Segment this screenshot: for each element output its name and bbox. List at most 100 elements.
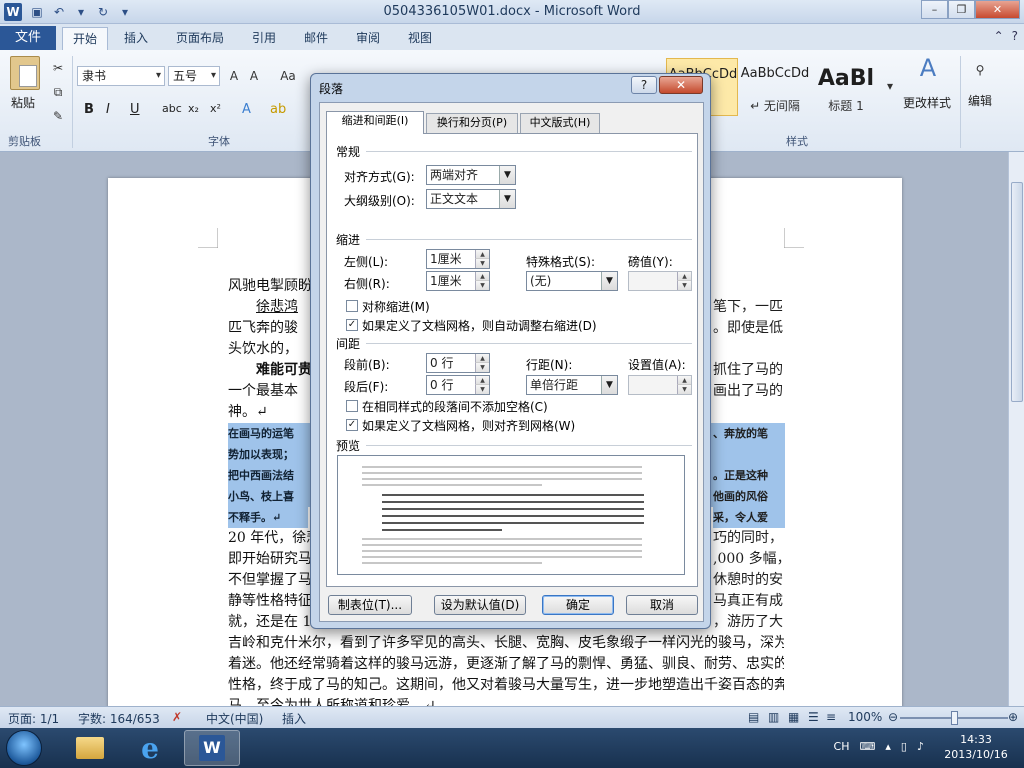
font-name-combo[interactable]: 隶书: [77, 66, 165, 86]
zoom-out-icon[interactable]: ⊖: [888, 710, 898, 724]
tab-file[interactable]: 文件: [0, 26, 56, 50]
auto-right-indent-checkbox[interactable]: ✓: [346, 319, 358, 331]
draft-view-icon[interactable]: ≡: [826, 710, 836, 724]
spacing-at-spinner[interactable]: ▲ ▼: [628, 375, 692, 395]
tab-mailings[interactable]: 邮件: [294, 27, 338, 50]
tab-home[interactable]: 开始: [62, 27, 109, 50]
style-no-spacing[interactable]: AaBbCcDd ↵ 无间隔: [740, 58, 810, 116]
styles-more-icon[interactable]: ▾: [882, 78, 898, 94]
snap-to-grid-label[interactable]: 如果定义了文档网格，则对齐到网格(W): [362, 417, 575, 434]
input-language[interactable]: CH: [834, 740, 850, 753]
language-indicator[interactable]: 中文(中国): [206, 710, 263, 727]
tab-indents-spacing[interactable]: 缩进和间距(I): [326, 111, 424, 134]
shrink-font-icon[interactable]: A: [246, 68, 262, 84]
tab-insert[interactable]: 插入: [114, 27, 158, 50]
page-count[interactable]: 页面: 1/1: [8, 710, 59, 727]
proofing-icon[interactable]: ✗: [172, 710, 182, 724]
no-space-same-style-checkbox[interactable]: [346, 400, 358, 412]
spin-down-icon[interactable]: ▼: [475, 259, 489, 268]
text-effects-icon[interactable]: A: [242, 102, 251, 117]
spin-up-icon[interactable]: ▲: [475, 376, 489, 385]
copy-icon[interactable]: ⧉: [50, 84, 66, 100]
explorer-taskbar-button[interactable]: [62, 730, 118, 766]
spin-up-icon[interactable]: ▲: [677, 376, 691, 385]
tab-asian-typography[interactable]: 中文版式(H): [520, 113, 600, 133]
close-button[interactable]: ✕: [975, 0, 1020, 19]
show-hidden-icons[interactable]: ▴: [885, 740, 891, 753]
word-taskbar-button[interactable]: W: [184, 730, 240, 766]
tab-page-layout[interactable]: 页面布局: [166, 27, 234, 50]
tab-references[interactable]: 引用: [242, 27, 286, 50]
minimize-ribbon-icon[interactable]: ⌃: [994, 29, 1004, 43]
spin-down-icon[interactable]: ▼: [475, 281, 489, 290]
volume-icon[interactable]: ♪: [917, 740, 924, 753]
insert-mode[interactable]: 插入: [282, 710, 306, 727]
spin-down-icon[interactable]: ▼: [677, 385, 691, 394]
snap-to-grid-checkbox[interactable]: ✓: [346, 419, 358, 431]
keyboard-icon[interactable]: ⌨: [859, 740, 875, 753]
line-spacing-select[interactable]: 单倍行距 ▼: [526, 375, 618, 395]
grow-font-icon[interactable]: A: [226, 68, 242, 84]
start-button[interactable]: [6, 730, 42, 766]
alignment-select[interactable]: 两端对齐 ▼: [426, 165, 516, 185]
outline-level-select[interactable]: 正文文本 ▼: [426, 189, 516, 209]
paste-label[interactable]: 粘贴: [11, 94, 35, 111]
zoom-in-icon[interactable]: ⊕: [1008, 710, 1018, 724]
subscript-icon[interactable]: x₂: [188, 102, 199, 115]
clock[interactable]: 14:33 2013/10/16: [936, 732, 1016, 762]
no-space-same-style-label[interactable]: 在相同样式的段落间不添加空格(C): [362, 398, 548, 415]
outline-view-icon[interactable]: ☰: [808, 710, 819, 724]
tab-review[interactable]: 审阅: [346, 27, 390, 50]
network-icon[interactable]: ▯: [901, 740, 907, 753]
right-indent-spinner[interactable]: 1厘米 ▲ ▼: [426, 271, 490, 291]
bold-icon[interactable]: B: [84, 102, 94, 117]
highlight-icon[interactable]: ab: [270, 102, 286, 117]
ok-button[interactable]: 确定: [542, 595, 614, 615]
underline-icon[interactable]: U: [130, 102, 140, 117]
editing-label[interactable]: 编辑: [968, 92, 992, 109]
dialog-close-button[interactable]: ✕: [659, 76, 703, 94]
spin-up-icon[interactable]: ▲: [475, 250, 489, 259]
set-default-button[interactable]: 设为默认值(D): [434, 595, 526, 615]
superscript-icon[interactable]: x²: [210, 102, 221, 115]
dialog-help-button[interactable]: ?: [631, 76, 657, 94]
format-painter-icon[interactable]: ✎: [50, 108, 66, 124]
paste-icon[interactable]: [10, 56, 40, 90]
mirror-indent-checkbox[interactable]: [346, 300, 358, 312]
italic-icon[interactable]: I: [106, 102, 110, 117]
zoom-slider-knob[interactable]: [951, 711, 958, 725]
space-after-spinner[interactable]: 0 行 ▲ ▼: [426, 375, 490, 395]
scrollbar-thumb[interactable]: [1011, 182, 1023, 402]
restore-button[interactable]: ❐: [948, 0, 975, 19]
help-icon[interactable]: ?: [1012, 29, 1018, 43]
cut-icon[interactable]: ✂: [50, 60, 66, 76]
strikethrough-icon[interactable]: abc: [162, 102, 182, 115]
tabs-button[interactable]: 制表位(T)...: [328, 595, 412, 615]
change-styles-icon[interactable]: A: [916, 56, 940, 88]
spin-down-icon[interactable]: ▼: [475, 363, 489, 372]
left-indent-spinner[interactable]: 1厘米 ▲ ▼: [426, 249, 490, 269]
space-before-spinner[interactable]: 0 行 ▲ ▼: [426, 353, 490, 373]
spin-up-icon[interactable]: ▲: [677, 272, 691, 281]
auto-right-indent-label[interactable]: 如果定义了文档网格，则自动调整右缩进(D): [362, 317, 597, 334]
web-layout-icon[interactable]: ▦: [788, 710, 799, 724]
tab-view[interactable]: 视图: [398, 27, 442, 50]
zoom-level[interactable]: 100%: [848, 710, 882, 724]
special-indent-select[interactable]: (无) ▼: [526, 271, 618, 291]
cancel-button[interactable]: 取消: [626, 595, 698, 615]
change-case-icon[interactable]: Aa: [280, 68, 296, 84]
change-styles-label[interactable]: 更改样式: [903, 94, 951, 111]
print-layout-icon[interactable]: ▤: [748, 710, 759, 724]
vertical-scrollbar[interactable]: [1008, 152, 1024, 706]
full-screen-reading-icon[interactable]: ▥: [768, 710, 779, 724]
word-count[interactable]: 字数: 164/653: [78, 710, 160, 727]
tab-line-page-breaks[interactable]: 换行和分页(P): [426, 113, 518, 133]
ie-taskbar-button[interactable]: e: [122, 730, 178, 766]
minimize-button[interactable]: –: [921, 0, 948, 19]
spin-up-icon[interactable]: ▲: [475, 272, 489, 281]
indent-by-spinner[interactable]: ▲ ▼: [628, 271, 692, 291]
font-size-combo[interactable]: 五号: [168, 66, 220, 86]
style-heading-1[interactable]: AaBl 标题 1: [812, 58, 880, 116]
mirror-indent-label[interactable]: 对称缩进(M): [362, 298, 430, 315]
find-icon[interactable]: ⚲: [972, 62, 988, 78]
